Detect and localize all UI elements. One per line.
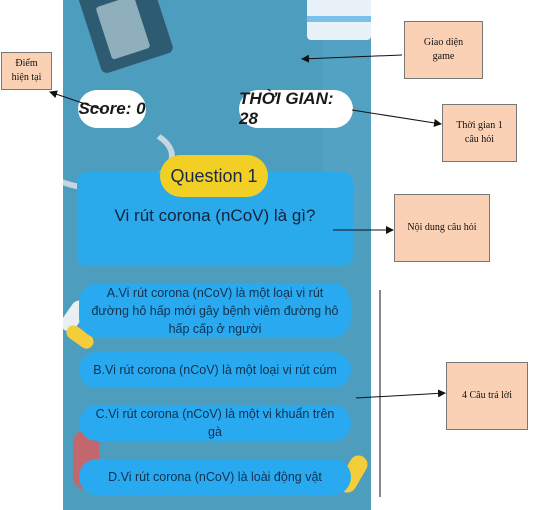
annotation-answers: 4 Câu trả lời bbox=[446, 362, 528, 430]
annotation-text: Điểm bbox=[15, 58, 38, 69]
annotation-game-ui: Giao diện game bbox=[404, 21, 483, 79]
annotation-text: Giao diện bbox=[423, 37, 464, 48]
annotation-text: game bbox=[432, 51, 455, 62]
annotation-text: câu hỏi bbox=[464, 134, 495, 145]
arrow-answers bbox=[355, 389, 446, 399]
annotation-question-content: Nội dung câu hỏi bbox=[394, 194, 490, 262]
arrow-game-ui bbox=[301, 54, 403, 63]
arrow-score bbox=[49, 90, 104, 111]
annotation-text: Thời gian 1 bbox=[456, 120, 503, 131]
annotation-current-score: Điểm hiện tại bbox=[1, 52, 52, 90]
annotation-time-per-question: Thời gian 1 câu hỏi bbox=[442, 104, 517, 162]
annotation-text: hiện tại bbox=[11, 72, 42, 83]
annotation-text: Nội dung câu hỏi bbox=[407, 222, 477, 233]
annotation-text: 4 Câu trả lời bbox=[462, 390, 512, 401]
arrow-timer bbox=[351, 109, 442, 127]
